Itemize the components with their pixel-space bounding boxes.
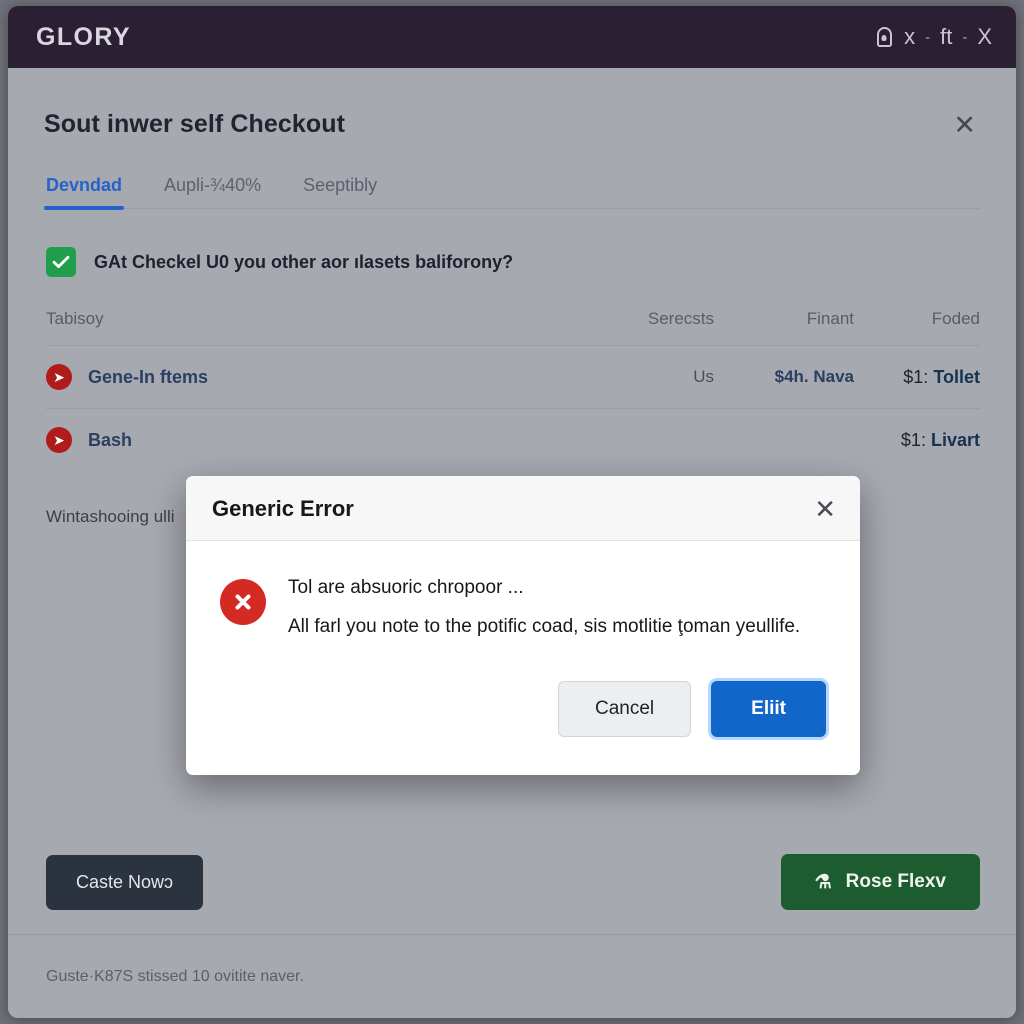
window-maximize-button[interactable]: ft (940, 24, 952, 50)
control-separator-1: - (925, 28, 931, 46)
confirm-button[interactable]: Eliit (711, 680, 826, 737)
dialog-message-detail: All farl you note to the potific coad, s… (288, 616, 801, 637)
app-logo: GLORY (36, 22, 131, 51)
window-controls: x - ft - X (874, 24, 992, 50)
generic-error-dialog: Generic Error ✕ Tol are absuoric chropoo… (186, 476, 860, 775)
window-minimize-button[interactable]: x (904, 24, 915, 50)
window-close-button[interactable]: X (977, 24, 992, 50)
control-separator-2: - (962, 28, 968, 46)
title-bar: GLORY x - ft - X (8, 6, 1016, 68)
page-body: Sout inwer self Checkout ✕ Devndad Aupli… (8, 68, 1016, 1018)
dialog-message-block: Tol are absuoric chropoor ... All farl y… (288, 577, 800, 641)
dialog-header: Generic Error ✕ (186, 476, 860, 541)
dialog-close-icon[interactable]: ✕ (814, 496, 836, 522)
cancel-button[interactable]: Cancel (558, 680, 692, 737)
lock-icon[interactable] (874, 25, 894, 49)
dialog-title: Generic Error (212, 496, 354, 521)
application-window: GLORY x - ft - X Sout inwer self Checkou… (8, 6, 1016, 1018)
dialog-body: Tol are absuoric chropoor ... All farl y… (186, 541, 860, 649)
modal-scrim: Generic Error ✕ Tol are absuoric chropoo… (8, 68, 1016, 1018)
error-circle-x-icon (220, 579, 266, 625)
dialog-footer: Cancel Eliit (186, 649, 860, 775)
dialog-message-main: Tol are absuoric chropoor ... (288, 577, 524, 598)
